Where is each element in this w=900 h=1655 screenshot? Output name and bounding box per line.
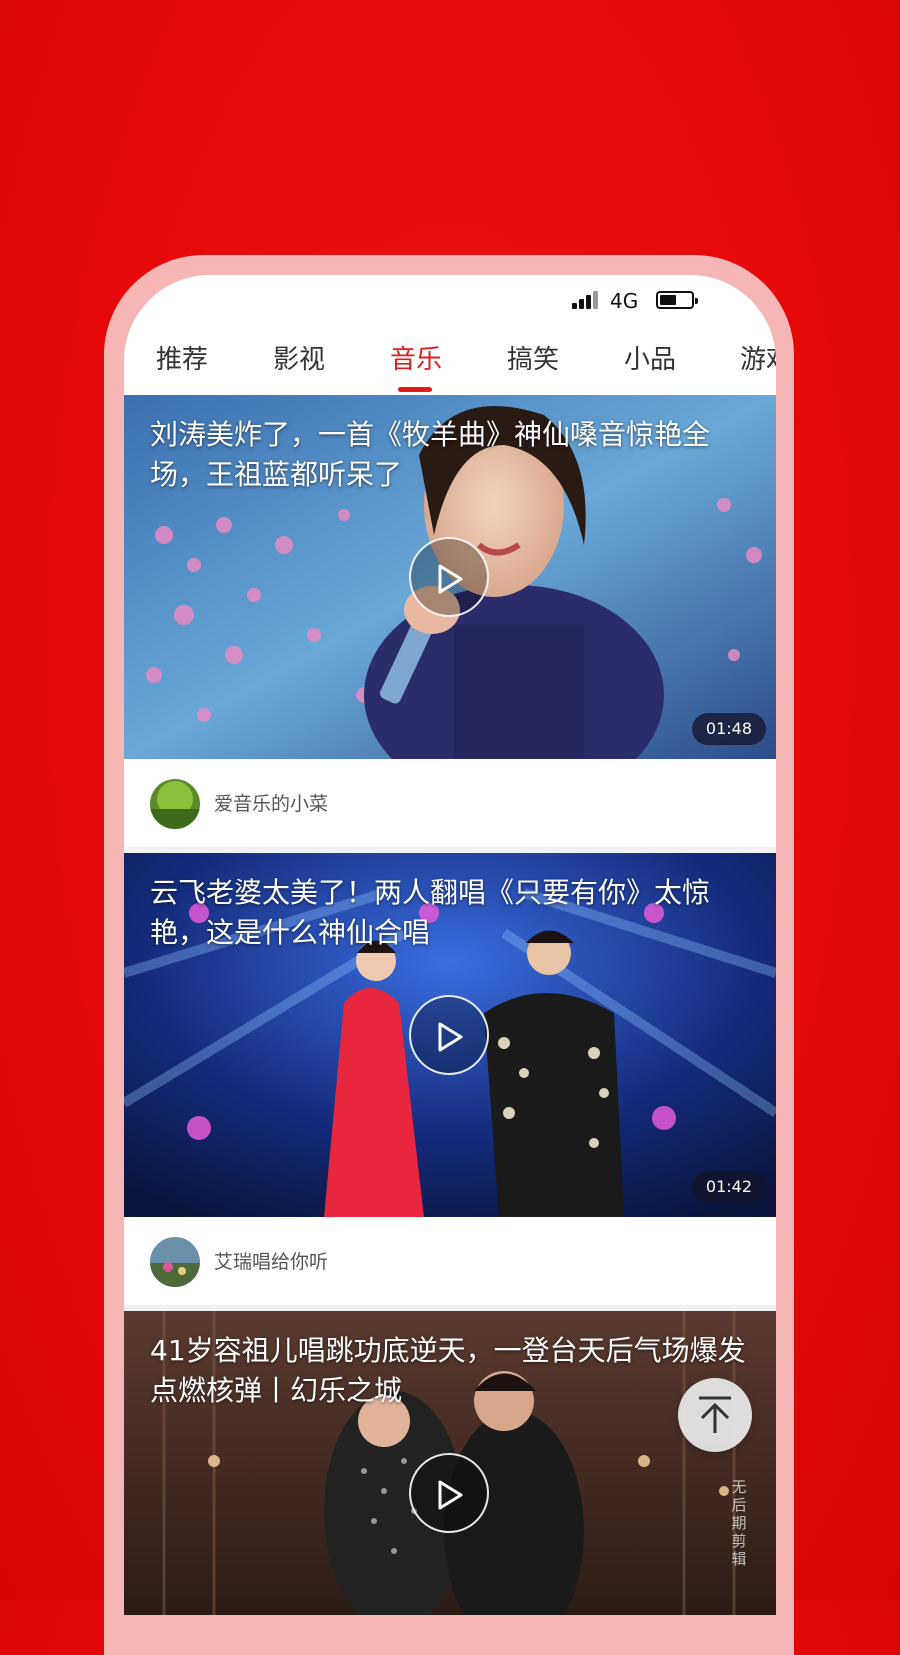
tab-music[interactable]: 音乐	[390, 337, 442, 383]
play-button[interactable]	[409, 995, 489, 1075]
play-button[interactable]	[409, 537, 489, 617]
video-duration: 01:48	[691, 713, 766, 745]
author-name[interactable]: 艾瑞唱给你听	[214, 1247, 328, 1274]
network-label: 4G	[610, 289, 639, 313]
video-thumbnail[interactable]: 云飞老婆太美了！两人翻唱《只要有你》太惊艳，这是什么神仙合唱 01:42	[124, 853, 776, 1217]
video-card[interactable]: 刘涛美炸了，一首《牧羊曲》神仙嗓音惊艳全场，王祖蓝都听呆了 01:48 爱音乐的…	[124, 395, 776, 847]
tab-comedy[interactable]: 搞笑	[507, 337, 559, 383]
watermark-text: 无后期剪辑	[731, 1478, 747, 1568]
video-card[interactable]: 云飞老婆太美了！两人翻唱《只要有你》太惊艳，这是什么神仙合唱 01:42 艾瑞唱…	[124, 853, 776, 1305]
play-button[interactable]	[409, 1453, 489, 1533]
arrow-up-icon	[699, 1396, 731, 1433]
tab-sketch[interactable]: 小品	[624, 337, 676, 383]
video-thumbnail[interactable]: 刘涛美炸了，一首《牧羊曲》神仙嗓音惊艳全场，王祖蓝都听呆了 01:48	[124, 395, 776, 759]
video-title: 云飞老婆太美了！两人翻唱《只要有你》太惊艳，这是什么神仙合唱	[150, 876, 711, 949]
video-title: 刘涛美炸了，一首《牧羊曲》神仙嗓音惊艳全场，王祖蓝都听呆了	[150, 418, 711, 491]
back-to-top-button[interactable]	[678, 1378, 752, 1452]
play-icon	[438, 564, 463, 594]
author-name[interactable]: 爱音乐的小菜	[214, 789, 328, 816]
play-icon	[438, 1480, 463, 1510]
video-title: 41岁容祖儿唱跳功底逆天，一登台天后气场爆发点燃核弹丨幻乐之城	[150, 1334, 746, 1407]
tab-games[interactable]: 游戏	[740, 337, 776, 383]
avatar[interactable]	[150, 779, 200, 829]
category-tabs: 推荐 影视 音乐 搞笑 小品 游戏	[124, 327, 776, 395]
video-duration: 01:42	[691, 1171, 766, 1203]
tab-film-tv[interactable]: 影视	[273, 337, 325, 383]
battery-icon	[656, 291, 698, 309]
avatar[interactable]	[150, 1237, 200, 1287]
author-row[interactable]: 艾瑞唱给你听	[124, 1217, 776, 1305]
video-thumbnail[interactable]: 41岁容祖儿唱跳功底逆天，一登台天后气场爆发点燃核弹丨幻乐之城	[124, 1311, 776, 1615]
author-row[interactable]: 爱音乐的小菜	[124, 759, 776, 847]
tab-recommend[interactable]: 推荐	[156, 337, 208, 383]
status-bar: 4G	[124, 275, 776, 327]
signal-icon	[572, 291, 602, 309]
active-tab-indicator	[398, 387, 432, 392]
video-card[interactable]: 41岁容祖儿唱跳功底逆天，一登台天后气场爆发点燃核弹丨幻乐之城	[124, 1311, 776, 1615]
play-icon	[438, 1022, 463, 1052]
